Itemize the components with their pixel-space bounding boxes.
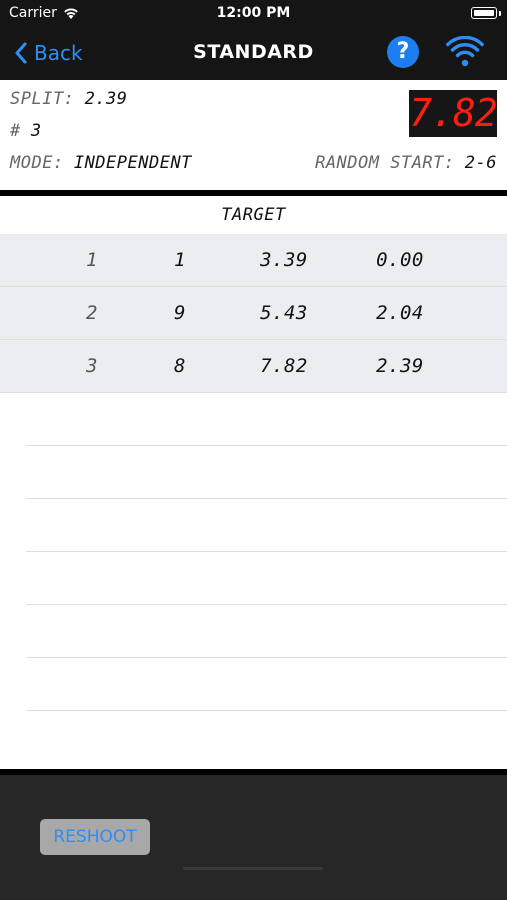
split-cell: 0.00 (376, 249, 424, 271)
table-row[interactable]: 1 1 3.39 0.00 (0, 234, 507, 287)
shot-number-readout: # 3 (10, 121, 42, 141)
clock: 12:00 PM (216, 5, 291, 21)
time-cell: 3.39 (260, 249, 308, 271)
split-label: SPLIT: (10, 89, 75, 109)
shot-number-value: 3 (30, 121, 42, 141)
shot-number-cell: 2 (86, 302, 98, 324)
split-value: 2.39 (84, 89, 128, 109)
battery-icon (471, 7, 501, 19)
shot-number-cell: 3 (86, 355, 98, 377)
target-cell: 8 (174, 355, 186, 377)
mode-readout: MODE: INDEPENDENT (10, 153, 192, 173)
timer-display: 7.82 (409, 90, 498, 137)
time-cell: 5.43 (260, 302, 308, 324)
help-icon[interactable]: ? (387, 36, 419, 68)
table-header: TARGET (0, 196, 507, 234)
table-row[interactable]: 3 8 7.82 2.39 (0, 340, 507, 393)
empty-row (26, 499, 507, 552)
status-bar: Carrier 12:00 PM (0, 0, 507, 28)
page-title: STANDARD (193, 41, 314, 63)
shot-number-label: # (10, 121, 21, 141)
random-start-readout: RANDOM START: 2-6 (315, 153, 497, 173)
shot-info-panel: SPLIT: 2.39 # 3 MODE: INDEPENDENT RANDOM… (0, 80, 507, 190)
mode-label: MODE: (10, 153, 64, 173)
shot-table: 1 1 3.39 0.00 2 9 5.43 2.04 3 8 7.82 2.3… (0, 234, 507, 711)
home-indicator (183, 867, 323, 870)
target-cell: 9 (174, 302, 186, 324)
random-start-value: 2-6 (464, 153, 497, 173)
table-row[interactable]: 2 9 5.43 2.04 (0, 287, 507, 340)
time-cell: 7.82 (260, 355, 308, 377)
wifi-icon[interactable] (446, 36, 484, 68)
split-readout: SPLIT: 2.39 (10, 89, 128, 109)
bottom-toolbar: RESHOOT (0, 775, 507, 900)
empty-row (26, 393, 507, 446)
empty-row (26, 658, 507, 711)
reshoot-button[interactable]: RESHOOT (40, 819, 150, 855)
empty-row (26, 446, 507, 499)
random-start-label: RANDOM START: (315, 153, 455, 173)
empty-row (26, 552, 507, 605)
empty-row (26, 605, 507, 658)
split-cell: 2.39 (376, 355, 424, 377)
top-bar: Carrier 12:00 PM Back STANDARD ? (0, 0, 507, 80)
split-cell: 2.04 (376, 302, 424, 324)
target-cell: 1 (174, 249, 186, 271)
navigation-bar: Back STANDARD ? (0, 28, 507, 80)
mode-value: INDEPENDENT (73, 153, 192, 173)
shot-number-cell: 1 (86, 249, 98, 271)
